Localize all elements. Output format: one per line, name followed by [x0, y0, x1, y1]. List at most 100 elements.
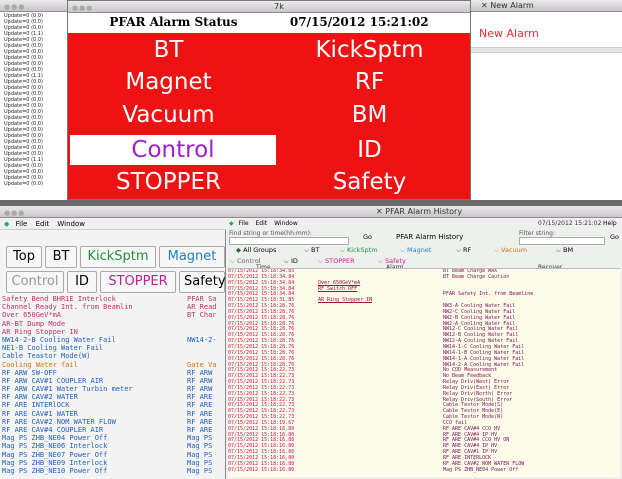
list-item[interactable]: NE1-B Cooling Water Fail [2, 344, 226, 352]
window-controls-icon[interactable]: ●●● [4, 2, 25, 13]
menu-bar: ◆ File Edit Window [0, 218, 226, 230]
filter-go-button[interactable]: Go [610, 233, 619, 241]
list-item-text: RF ARW CAV#2 WATER [2, 393, 78, 402]
list-item-right: RF ARW [187, 368, 213, 377]
find-go-button[interactable]: Go [363, 233, 372, 241]
list-item[interactable]: RF ARW CAV#2 WATER RF ARE [2, 393, 226, 401]
group-label: KickSptm [347, 246, 378, 254]
window-controls-icon[interactable]: ●●● [72, 3, 93, 14]
group-stopper[interactable]: ⌵ STOPPER [318, 257, 355, 266]
list-item[interactable]: AR-BT Dump Mode [2, 320, 226, 328]
list-item-right: Mag PS [187, 458, 213, 467]
alarm-cell-control[interactable]: Control [70, 135, 276, 165]
menu-file[interactable]: File [239, 220, 249, 227]
list-item[interactable]: RF ARE CAV#2 NOM WATER FLOW RF ARE [2, 418, 226, 426]
list-item-right: Mag PS [187, 466, 213, 475]
main-titlebar[interactable]: ●●● [0, 206, 226, 218]
group-vacuum[interactable]: ⌵ Vacuum [494, 246, 527, 255]
group-kicksptm[interactable]: ⌵ KickSptm [340, 246, 378, 255]
alarm-cell-bm[interactable]: BM [269, 100, 470, 130]
close-icon[interactable]: ✕ [481, 1, 488, 10]
stopper-button[interactable]: STOPPER [100, 271, 176, 293]
radio-selected-icon: ◆ [236, 246, 241, 254]
group-bt[interactable]: ⌵ BT [304, 246, 319, 255]
history-table[interactable]: 07/15/2012 15:18:34.85 BT Beam Charge MAX… [228, 268, 620, 477]
menu-edit[interactable]: Edit [36, 220, 50, 228]
menu-edit[interactable]: Edit [256, 220, 268, 227]
magnet-button[interactable]: Magnet [159, 246, 225, 268]
top-button[interactable]: Top [6, 246, 42, 268]
alarm-cell-bt[interactable]: BT [68, 35, 269, 65]
list-item[interactable]: Over 650GeV*mA BT Char [2, 311, 226, 319]
list-item-text: Mag PS ZHB_NE06 Interlock [2, 442, 108, 451]
control-button[interactable]: Control [6, 271, 64, 293]
alarm-cell-kicksptm[interactable]: KickSptm [269, 35, 470, 65]
log-titlebar[interactable]: ●●● [0, 0, 68, 12]
list-item-text: Channel Ready Int. from Beamlin [2, 303, 133, 312]
menu-file[interactable]: File [16, 220, 28, 228]
list-item-right: Gate Va [187, 360, 217, 369]
group-bm[interactable]: ⌵ BM [556, 246, 573, 255]
group-all[interactable]: ◆ All Groups [236, 246, 276, 254]
list-item[interactable]: NW14-2-B Cooling Water Fail NW14-2- [2, 336, 226, 344]
group-magnet[interactable]: ⌵ Magnet [400, 246, 431, 255]
id-button[interactable]: ID [67, 271, 97, 293]
history-window-title: PFAR Alarm History [385, 207, 463, 216]
filter-label: Filter string: [519, 230, 556, 237]
alarm-cell-id[interactable]: ID [269, 135, 470, 165]
list-item[interactable]: Mag PS ZHB_NE07 Power Off Mag PS [2, 451, 226, 459]
alarm-cell-safety[interactable]: Safety [269, 167, 470, 197]
list-item-text: Cable Teastor Mode(W) [2, 352, 91, 361]
alarm-cell-rf[interactable]: RF [269, 67, 470, 97]
find-input[interactable] [229, 237, 349, 245]
list-item-text: RF ARE CAV#2 NOM WATER FLOW [2, 417, 116, 426]
history-date: 07/15/2012 15:21:02 [538, 220, 602, 227]
alarm-cell-vacuum[interactable]: Vacuum [68, 100, 269, 130]
bt-button[interactable]: BT [45, 246, 77, 268]
list-item[interactable]: Mag PS ZHB_NE09 Interlock Mag PS [2, 459, 226, 467]
list-item[interactable]: Mag PS ZHB_NE06 Interlock Mag PS [2, 442, 226, 450]
group-label: Magnet [407, 246, 432, 254]
row-time: 07/15/2012 15:18:16.80 [228, 466, 295, 473]
list-item[interactable]: Cable Teastor Mode(W) [2, 352, 226, 360]
alarm-list[interactable]: Safety Bend BHR1E Interlock PFAR Sa Channe… [2, 295, 226, 477]
filter-input[interactable] [519, 237, 605, 245]
close-icon[interactable]: ✕ [376, 207, 383, 216]
list-item[interactable]: RF ARW CAV#1 COUPLER AIR RF ARW [2, 377, 226, 385]
group-label: Vacuum [501, 246, 528, 254]
list-item-text: AR Ring Stopper IN [2, 327, 78, 336]
status-heading: PFAR Alarm Status 07/15/2012 15:21:02 [68, 15, 470, 29]
list-item-text: Cooling Water fail [2, 360, 78, 369]
list-item[interactable]: RF ARW SW-OFF RF ARW [2, 369, 226, 377]
new-alarm-titlebar[interactable]: ✕ New Alarm [471, 0, 622, 12]
list-item[interactable]: RF ARW CAV#1 Water Turbin meter RF ARW [2, 385, 226, 393]
alarm-cell-stopper[interactable]: STOPPER [68, 167, 269, 197]
list-item[interactable]: RF ARE CAV#4 COUPLER AIR RF ARE [2, 426, 226, 434]
menu-window[interactable]: Window [274, 220, 298, 227]
new-alarm-label: New Alarm [479, 27, 539, 40]
table-row[interactable]: 07/15/2012 15:18:16.80 Mag PS ZHB_NE04 Po… [228, 466, 620, 474]
group-id[interactable]: ⌵ ID [284, 257, 298, 266]
kicksptm-button[interactable]: KickSptm [80, 246, 156, 268]
status-titlebar[interactable]: ●●● 7k [68, 1, 470, 13]
menu-help[interactable]: Help [603, 218, 617, 229]
list-item-text: Mag PS ZHB_NE10 Power Off [2, 466, 108, 475]
alarm-cell-magnet[interactable]: Magnet [68, 67, 269, 97]
list-item-text: Safety Bend BHR1E Interlock [2, 295, 116, 303]
alarm-status-window: ●●● 7k PFAR Alarm Status 07/15/2012 15:2… [67, 0, 471, 200]
list-item-text: RF ARE CAV#1 WATER [2, 409, 78, 418]
list-item[interactable]: AR Ring Stopper IN [2, 328, 226, 336]
list-item[interactable]: RF ARE INTERlOCK RF ARE [2, 401, 226, 409]
safety-button[interactable]: Safety [179, 271, 226, 293]
list-item[interactable]: Mag PS ZHB_NE10 Power Off Mag PS [2, 467, 226, 475]
list-item[interactable]: Channel Ready Int. from Beamlin AR Read [2, 303, 226, 311]
list-item-text: Mag PS ZHB_NE07 Power Off [2, 450, 108, 459]
list-item[interactable]: Mag PS ZHB_NE04 Power Off Mag PS [2, 434, 226, 442]
group-rf[interactable]: ⌵ RF [456, 246, 471, 255]
list-item[interactable]: RF ARE CAV#1 WATER RF ARE [2, 410, 226, 418]
history-titlebar[interactable]: ✕ PFAR Alarm History [226, 206, 622, 218]
list-item[interactable]: Safety Bend BHR1E Interlock PFAR Sa [2, 295, 226, 303]
menu-window[interactable]: Window [57, 220, 85, 228]
list-item-text: AR-BT Dump Mode [2, 319, 66, 328]
list-item[interactable]: Cooling Water fail Gate Va [2, 361, 226, 369]
